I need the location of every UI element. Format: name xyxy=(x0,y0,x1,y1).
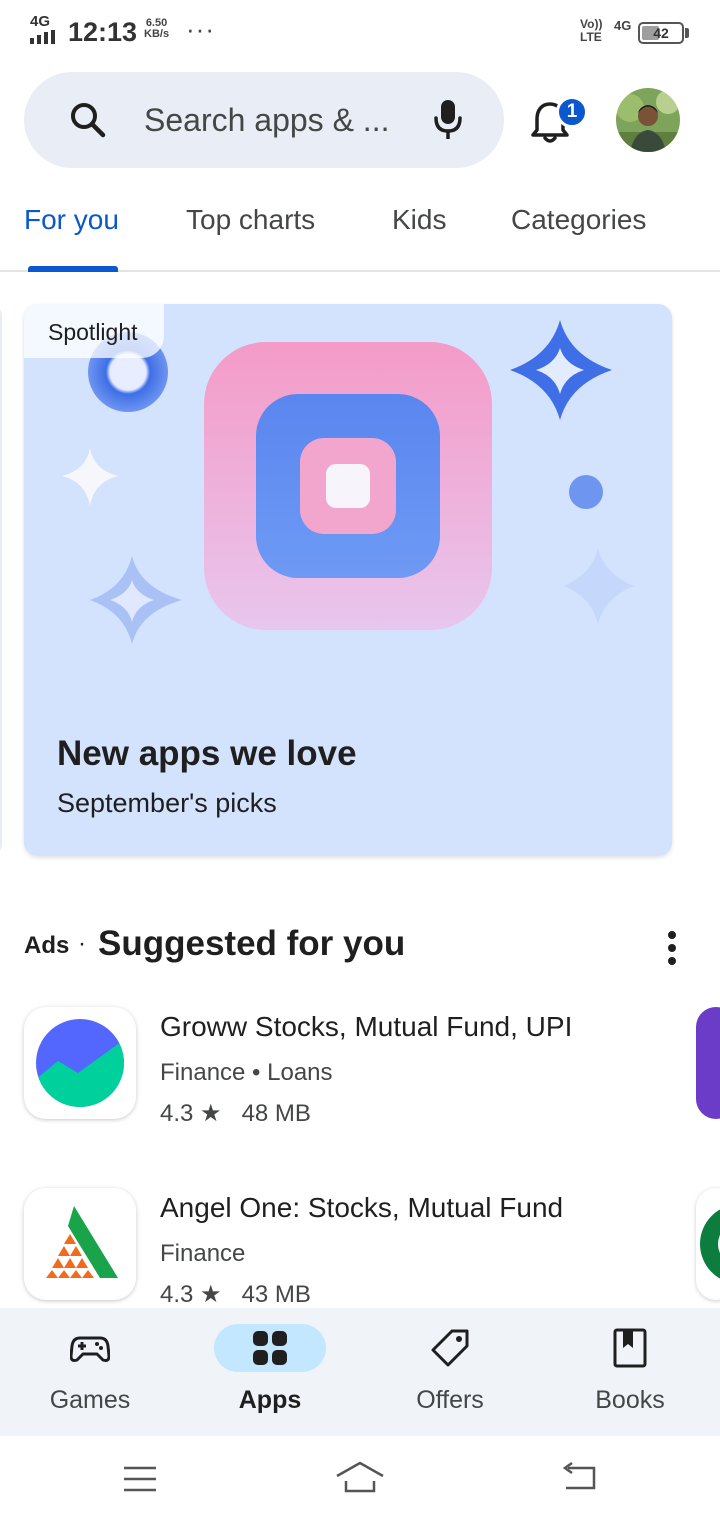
app-categories: Finance • Loans xyxy=(160,1059,333,1086)
nav-games[interactable]: Games xyxy=(0,1308,180,1436)
signal-strength-icon xyxy=(30,30,55,44)
gamepad-icon xyxy=(70,1336,110,1362)
ads-separator: · xyxy=(78,930,86,957)
status-bar: 4G 12:13 6.50 KB/s ··· Vo)) LTE 4G 42 xyxy=(0,0,720,64)
search-input[interactable]: Search apps & ... xyxy=(144,102,389,139)
next-app-peek[interactable] xyxy=(696,1188,720,1300)
search-icon xyxy=(71,103,106,138)
previous-card-peek[interactable] xyxy=(0,304,2,856)
bookmark-book-icon xyxy=(613,1328,647,1368)
app-rating: 4.3 ★ xyxy=(160,1281,222,1308)
avatar[interactable] xyxy=(616,88,680,152)
clock: 12:13 xyxy=(68,17,138,47)
active-tab-indicator xyxy=(28,266,118,272)
menu-icon[interactable] xyxy=(122,1466,158,1492)
bottom-navigation: Games Apps Offers Books xyxy=(0,1308,720,1436)
spotlight-title: New apps we love xyxy=(57,734,357,773)
tab-categories[interactable]: Categories xyxy=(511,204,646,236)
search-bar[interactable]: Search apps & ... xyxy=(24,72,504,168)
app-list-item[interactable]: Groww Stocks, Mutual Fund, UPI Finance •… xyxy=(24,1007,704,1127)
angel-one-app-icon xyxy=(24,1188,136,1300)
ads-label: Ads xyxy=(24,932,70,959)
app-rating-size: 4.3 ★ 48 MB xyxy=(160,1099,311,1128)
tag-icon xyxy=(431,1329,469,1367)
nav-books[interactable]: Books xyxy=(540,1308,720,1436)
tab-for-you[interactable]: For you xyxy=(24,204,119,236)
spotlight-card[interactable]: Spotlight New apps we love September's p… xyxy=(24,304,672,856)
next-app-peek[interactable] xyxy=(696,1007,720,1119)
nav-label: Games xyxy=(49,1386,131,1414)
top-tabs: For you Top charts Kids Categories xyxy=(0,196,720,272)
battery-level: 42 xyxy=(653,25,669,41)
app-rating: 4.3 ★ xyxy=(160,1100,222,1127)
avatar-photo xyxy=(616,88,680,152)
spotlight-subtitle: September's picks xyxy=(57,788,277,818)
more-options-icon[interactable] xyxy=(660,930,684,966)
back-icon[interactable] xyxy=(560,1462,598,1492)
tab-kids[interactable]: Kids xyxy=(392,204,446,236)
section-title: Suggested for you xyxy=(98,924,406,963)
app-list-item[interactable]: Angel One: Stocks, Mutual Fund Finance 4… xyxy=(24,1188,704,1308)
spotlight-chip: Spotlight xyxy=(24,304,164,358)
nav-offers[interactable]: Offers xyxy=(360,1308,540,1436)
app-size: 43 MB xyxy=(241,1281,311,1308)
groww-app-icon xyxy=(24,1007,136,1119)
network-speed: 6.50 KB/s xyxy=(144,17,170,40)
next-app-icon xyxy=(700,1209,720,1279)
notification-badge: 1 xyxy=(556,96,588,128)
battery-cap xyxy=(685,28,689,38)
network-type: 4G xyxy=(30,13,51,30)
nav-label: Apps xyxy=(238,1386,302,1414)
home-icon[interactable] xyxy=(334,1460,386,1494)
volte-indicator: Vo)) LTE xyxy=(580,17,603,44)
network-type-right: 4G xyxy=(614,18,632,33)
app-categories: Finance xyxy=(160,1240,246,1267)
battery-icon: 42 xyxy=(638,22,684,44)
nav-label: Offers xyxy=(416,1386,484,1414)
app-size: 48 MB xyxy=(241,1100,311,1127)
nav-label: Books xyxy=(595,1386,665,1414)
microphone-icon[interactable] xyxy=(432,98,464,142)
apps-grid-icon xyxy=(253,1331,287,1365)
more-notifications-icon: ··· xyxy=(186,14,215,44)
tab-top-charts[interactable]: Top charts xyxy=(186,204,315,236)
app-name: Angel One: Stocks, Mutual Fund xyxy=(160,1192,564,1223)
system-navigation-bar xyxy=(0,1436,720,1520)
app-rating-size: 4.3 ★ 43 MB xyxy=(160,1280,311,1309)
nav-apps[interactable]: Apps xyxy=(180,1308,360,1436)
app-name: Groww Stocks, Mutual Fund, UPI xyxy=(160,1011,573,1042)
